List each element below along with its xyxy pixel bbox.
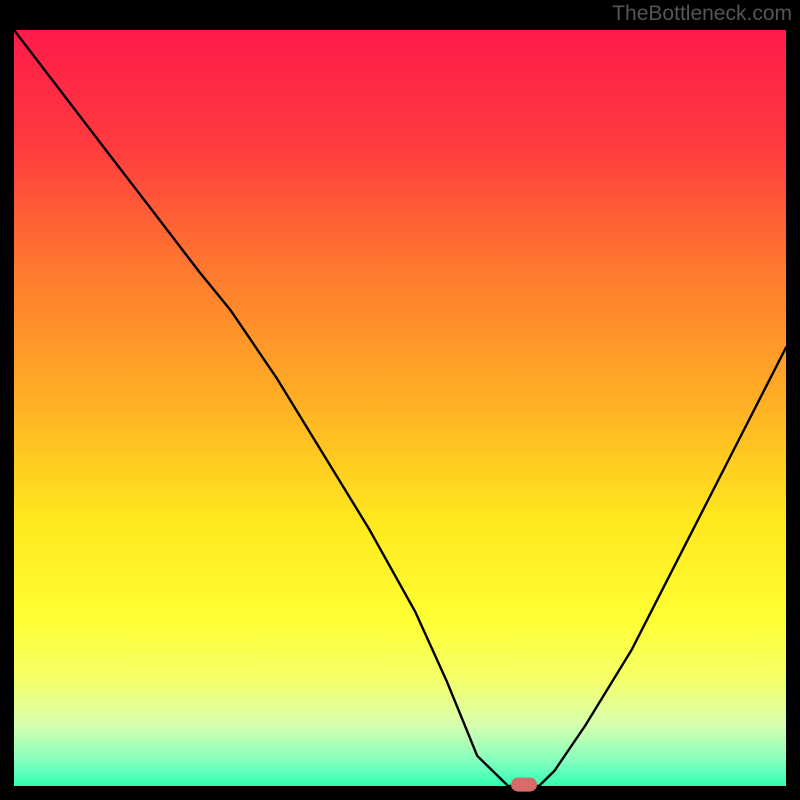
watermark-text: TheBottleneck.com <box>612 2 792 26</box>
plot-area <box>14 30 786 786</box>
optimal-marker <box>511 778 537 792</box>
bottleneck-curve <box>14 30 786 786</box>
